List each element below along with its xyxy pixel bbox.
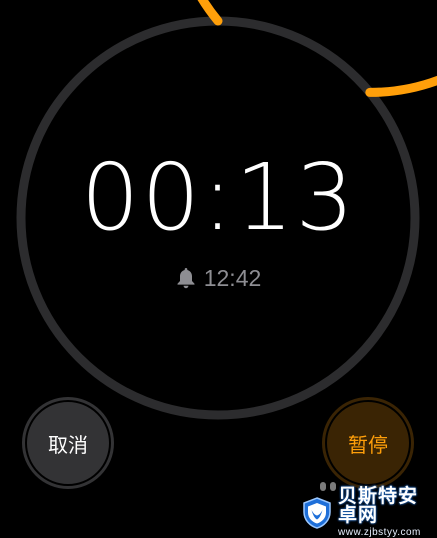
bell-icon <box>177 268 195 289</box>
pause-button[interactable]: 暂停 <box>322 397 414 489</box>
cancel-button-label: 取消 <box>48 434 88 457</box>
watermark-url: www.zjbstyy.com <box>338 527 421 538</box>
cancel-button[interactable]: 取消 <box>22 397 114 489</box>
shield-logo-icon <box>303 496 331 529</box>
watermark-title: 贝斯特安卓网 <box>338 485 419 526</box>
alarm-time-row: 12:42 <box>0 264 437 292</box>
timer-countdown: 00:13 <box>80 144 357 251</box>
pause-button-label: 暂停 <box>348 434 388 457</box>
alarm-time: 12:42 <box>203 265 262 291</box>
site-watermark: 贝斯特安卓网 www.zjbstyy.com <box>300 485 437 538</box>
